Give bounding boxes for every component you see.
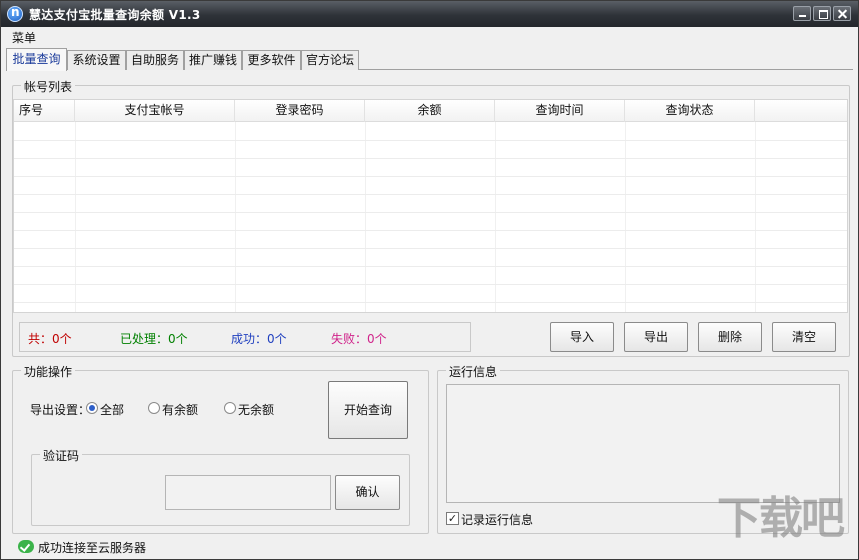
- start-query-button[interactable]: 开始查询: [328, 381, 408, 439]
- account-table[interactable]: 序号 支付宝帐号 登录密码 余额 查询时间 查询状态: [13, 99, 848, 313]
- stat-total: 共：0个: [28, 332, 72, 346]
- minimize-button[interactable]: [793, 6, 811, 21]
- maximize-button[interactable]: [813, 6, 831, 21]
- run-info-title: 运行信息: [446, 363, 501, 380]
- operations-title: 功能操作: [21, 363, 76, 380]
- tab-system-settings[interactable]: 系统设置: [67, 50, 126, 70]
- cloud-check-icon: [18, 540, 34, 553]
- log-checkbox[interactable]: ✓: [446, 512, 459, 525]
- col-header-query-status[interactable]: 查询状态: [625, 100, 755, 122]
- grid-line: [14, 266, 847, 267]
- stat-failed: 失败：0个: [331, 332, 387, 346]
- grid-line: [14, 230, 847, 231]
- tab-batch-query[interactable]: 批量查询: [6, 48, 67, 71]
- radio-no-balance[interactable]: [224, 402, 236, 414]
- status-text: 成功连接至云服务器: [38, 541, 147, 555]
- radio-has-balance-label[interactable]: 有余额: [162, 401, 198, 418]
- grid-line: [14, 158, 847, 159]
- grid-line: [14, 302, 847, 303]
- col-header-index[interactable]: 序号: [14, 100, 75, 122]
- menu-main[interactable]: 菜单: [12, 29, 36, 46]
- radio-all-label[interactable]: 全部: [100, 401, 124, 418]
- confirm-button[interactable]: 确认: [335, 475, 400, 510]
- tab-official-forum[interactable]: 官方论坛: [301, 50, 359, 70]
- tab-more-software[interactable]: 更多软件: [242, 50, 301, 70]
- export-settings-label: 导出设置：: [30, 403, 91, 417]
- window-title: 慧达支付宝批量查询余额 V1.3: [29, 8, 201, 22]
- account-list-title: 帐号列表: [21, 78, 76, 95]
- export-button[interactable]: 导出: [624, 322, 688, 352]
- grid-line: [14, 248, 847, 249]
- grid-line: [14, 176, 847, 177]
- col-header-account[interactable]: 支付宝帐号: [75, 100, 235, 122]
- delete-button[interactable]: 删除: [698, 322, 762, 352]
- captcha-title: 验证码: [40, 447, 83, 464]
- stat-processed: 已处理：0个: [120, 332, 188, 346]
- col-header-balance[interactable]: 余额: [365, 100, 495, 122]
- radio-no-balance-label[interactable]: 无余额: [238, 401, 274, 418]
- clear-button[interactable]: 清空: [772, 322, 836, 352]
- radio-has-balance[interactable]: [148, 402, 160, 414]
- tab-promotion[interactable]: 推广赚钱: [184, 50, 242, 70]
- col-header-password[interactable]: 登录密码: [235, 100, 365, 122]
- grid-line: [14, 212, 847, 213]
- watermark-logo: 下载吧: [717, 493, 845, 544]
- grid-line: [14, 140, 847, 141]
- stats-panel: 共：0个 已处理：0个 成功：0个 失败：0个: [19, 322, 471, 352]
- grid-line: [14, 284, 847, 285]
- table-header: 序号 支付宝帐号 登录密码 余额 查询时间 查询状态: [14, 100, 847, 122]
- captcha-image-box[interactable]: [165, 475, 331, 510]
- app-window: 慧达支付宝批量查询余额 V1.3 菜单 批量查询 系统设置 自助服务 推广赚钱 …: [0, 0, 859, 560]
- col-header-query-time[interactable]: 查询时间: [495, 100, 625, 122]
- title-bar: 慧达支付宝批量查询余额 V1.3: [1, 1, 858, 27]
- app-logo-icon: [7, 5, 23, 22]
- menu-bar: 菜单: [1, 27, 858, 46]
- grid-line: [14, 194, 847, 195]
- radio-all[interactable]: [86, 402, 98, 414]
- import-button[interactable]: 导入: [550, 322, 614, 352]
- tab-self-service[interactable]: 自助服务: [126, 50, 184, 70]
- close-button[interactable]: [833, 6, 851, 21]
- log-checkbox-label[interactable]: 记录运行信息: [461, 511, 533, 528]
- run-log-textarea[interactable]: [446, 384, 840, 503]
- stat-success: 成功：0个: [231, 332, 287, 346]
